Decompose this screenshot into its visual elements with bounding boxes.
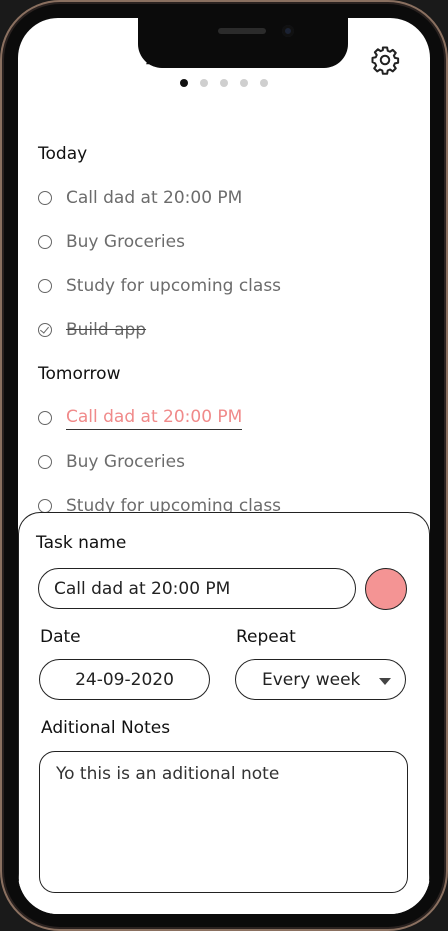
chevron-down-icon: [379, 678, 391, 685]
task-name-value: Call dad at 20:00 PM: [54, 578, 231, 599]
phone-frame: ALL TASKS Today Call dad at 20:00 PM Buy…: [0, 0, 448, 931]
task-checkbox-checked[interactable]: [38, 323, 52, 337]
page-dot-5[interactable]: [260, 79, 268, 87]
app-screen: ALL TASKS Today Call dad at 20:00 PM Buy…: [18, 18, 430, 914]
date-value: 24-09-2020: [75, 669, 174, 690]
page-dot-3[interactable]: [220, 79, 228, 87]
task-label: Build app: [66, 320, 147, 340]
task-checkbox[interactable]: [38, 455, 52, 469]
task-item[interactable]: Buy Groceries: [38, 230, 185, 254]
notes-value: Yo this is an aditional note: [56, 764, 280, 784]
task-checkbox[interactable]: [38, 411, 52, 425]
task-name-input[interactable]: Call dad at 20:00 PM: [38, 568, 356, 609]
task-label: Call dad at 20:00 PM: [66, 188, 243, 208]
speaker-grille: [218, 28, 266, 34]
repeat-select[interactable]: Every week: [235, 659, 406, 700]
task-label: Buy Groceries: [66, 232, 185, 252]
task-item-completed[interactable]: Build app: [38, 318, 146, 342]
page-dot-4[interactable]: [240, 79, 248, 87]
task-item[interactable]: Study for upcoming class: [38, 274, 281, 298]
task-label: Buy Groceries: [66, 452, 185, 472]
task-checkbox[interactable]: [38, 279, 52, 293]
task-editor-sheet: Task name Call dad at 20:00 PM Date 24-0…: [18, 512, 430, 914]
date-field[interactable]: 24-09-2020: [39, 659, 210, 700]
task-item-selected[interactable]: Call dad at 20:00 PM: [38, 406, 243, 430]
repeat-label: Repeat: [236, 627, 296, 647]
task-item[interactable]: Call dad at 20:00 PM: [38, 186, 242, 210]
section-title-tomorrow: Tomorrow: [38, 364, 121, 384]
repeat-value: Every week: [262, 669, 361, 690]
gear-icon[interactable]: [370, 45, 400, 75]
notes-textarea[interactable]: Yo this is an aditional note: [39, 751, 408, 893]
page-dot-2[interactable]: [200, 79, 208, 87]
notes-label: Aditional Notes: [41, 718, 171, 738]
page-dot-1[interactable]: [180, 79, 188, 87]
task-item[interactable]: Buy Groceries: [38, 450, 185, 474]
task-label: Study for upcoming class: [66, 276, 282, 296]
task-name-label: Task name: [36, 533, 127, 553]
task-checkbox[interactable]: [38, 235, 52, 249]
front-camera: [282, 25, 294, 37]
date-label: Date: [40, 627, 81, 647]
device-notch: [138, 18, 348, 68]
section-title-today: Today: [38, 144, 88, 164]
page-indicator: [180, 79, 268, 87]
task-checkbox[interactable]: [38, 191, 52, 205]
task-color-picker[interactable]: [365, 568, 407, 610]
task-label: Call dad at 20:00 PM: [66, 407, 243, 430]
task-checkbox[interactable]: [38, 499, 52, 513]
